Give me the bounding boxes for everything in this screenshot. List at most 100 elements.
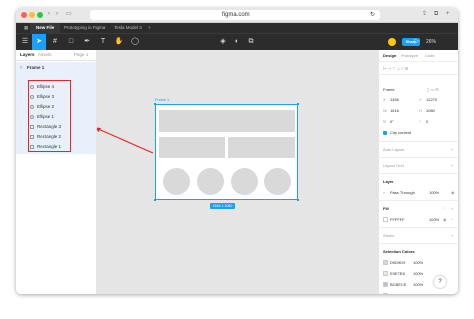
rotation-icon: ↻	[383, 119, 387, 124]
tab-prototyping[interactable]: Prototyping in Figma	[58, 23, 111, 33]
layer-opacity-field[interactable]: 100%	[429, 190, 439, 195]
resize-handle-top-right[interactable]	[296, 102, 300, 106]
layer-frame-label: Frame 1	[27, 65, 45, 70]
ellipse-2[interactable]	[197, 168, 224, 195]
minimize-window-button[interactable]	[29, 12, 35, 18]
y-field[interactable]: 12270	[426, 97, 437, 102]
resize-handle-top-left[interactable]	[153, 102, 157, 106]
remove-fill-icon[interactable]: −	[451, 217, 453, 222]
ellipse-3[interactable]	[231, 168, 258, 195]
selection-color-hex[interactable]: D9D9D9	[390, 260, 405, 265]
tab-prototype[interactable]: Prototype	[401, 53, 418, 58]
frame-tool-icon[interactable]: #	[48, 34, 62, 50]
sidebar-icon[interactable]: ▭	[66, 10, 72, 19]
tab-assets[interactable]: Assets	[38, 50, 52, 60]
fill-swatch[interactable]	[383, 217, 388, 222]
tab-code[interactable]: Code	[425, 53, 435, 58]
selection-color-swatch[interactable]	[383, 260, 388, 265]
text-tool-icon[interactable]: T	[96, 34, 110, 50]
boolean-icon[interactable]: ⧉	[244, 34, 258, 50]
forward-icon[interactable]: ›	[56, 10, 58, 19]
layers-panel-tabs: Layers Assets Page 1	[16, 50, 96, 61]
clip-content-checkbox[interactable]	[383, 131, 387, 135]
frame-name-label[interactable]: Frame 1	[155, 98, 169, 102]
hand-tool-icon[interactable]: ✋	[112, 34, 126, 50]
blend-mode-icon: ◐	[383, 190, 386, 195]
selection-colors-heading: Selection Colors	[383, 249, 415, 254]
add-stroke-icon[interactable]: +	[451, 233, 453, 238]
frame-1[interactable]	[155, 104, 298, 200]
rotation-field[interactable]: 0°	[390, 119, 394, 124]
add-fill-icon[interactable]: +	[451, 206, 453, 211]
avatar[interactable]	[388, 38, 396, 46]
component-icon[interactable]: ◈	[216, 34, 230, 50]
width-field[interactable]: 1616	[390, 108, 399, 113]
tab-design[interactable]: Design	[383, 53, 396, 58]
x-field[interactable]: 1456	[390, 97, 399, 102]
divider	[379, 157, 458, 158]
selection-color-hex[interactable]: BCBECE	[390, 282, 406, 287]
layers-panel: Layers Assets Page 1 # Frame 1 Ellipse 4…	[16, 50, 97, 294]
corner-radius-icon: ◜	[419, 119, 421, 124]
selection-color-hex[interactable]: FFFFFF	[390, 293, 405, 294]
tab-new-file[interactable]: New File	[30, 23, 61, 33]
selection-color-opacity[interactable]: 100%	[413, 260, 423, 265]
selection-color-swatch[interactable]	[383, 282, 388, 287]
align-tools[interactable]: ⊢ ⊣ ⊤ ⊥ ≡ ⊞	[383, 66, 408, 71]
auto-layout-heading: Auto Layout	[383, 147, 405, 152]
ellipse-4[interactable]	[264, 168, 291, 195]
mask-icon[interactable]: ◐	[230, 34, 244, 50]
frame-type-select[interactable]: Frame	[383, 87, 395, 92]
new-tab-icon[interactable]: +	[446, 10, 450, 19]
zoom-level[interactable]: 26%	[426, 34, 436, 50]
resize-handle-bottom-left[interactable]	[153, 198, 157, 202]
comment-tool-icon[interactable]: ◯	[128, 34, 142, 50]
rectangle-3[interactable]	[228, 137, 295, 158]
divider	[379, 74, 458, 75]
selection-color-opacity[interactable]: 100%	[413, 293, 423, 294]
selection-color-swatch[interactable]	[383, 271, 388, 276]
close-window-button[interactable]	[21, 12, 27, 18]
fill-style-icon[interactable]: ⁘	[443, 206, 446, 211]
selection-color-hex[interactable]: E9E7E8	[390, 271, 405, 276]
back-icon[interactable]: ‹	[48, 10, 50, 19]
resize-handle-bottom-right[interactable]	[296, 198, 300, 202]
divider	[379, 61, 458, 62]
layer-heading: Layer	[383, 179, 394, 184]
main-menu-icon[interactable]: ☰	[18, 34, 32, 50]
add-auto-layout-icon[interactable]: +	[451, 147, 453, 152]
page-selector[interactable]: Page 1	[74, 50, 88, 60]
pen-tool-icon[interactable]: ✒	[80, 34, 94, 50]
rectangle-2[interactable]	[159, 137, 225, 158]
present-icon[interactable]: ▷	[412, 34, 422, 50]
fill-visibility-eye-icon[interactable]: ◉	[443, 217, 447, 222]
move-tool-icon[interactable]: ➤	[32, 34, 46, 50]
share-icon[interactable]: ⇪	[422, 10, 427, 19]
properties-panel: Design Prototype Code ⊢ ⊣ ⊤ ⊥ ≡ ⊞ Frame …	[378, 50, 458, 294]
add-layout-grid-icon[interactable]: +	[451, 163, 453, 168]
orientation-icons[interactable]: ▯ ▭ ⊟	[427, 87, 439, 92]
add-tab-button[interactable]: +	[142, 23, 157, 33]
maximize-window-button[interactable]	[37, 12, 43, 18]
selection-color-swatch[interactable]	[383, 293, 388, 294]
ellipse-1[interactable]	[163, 168, 190, 195]
address-bar[interactable]: figma.com ↻	[90, 10, 380, 20]
corner-radius-field[interactable]: 0	[426, 119, 428, 124]
tab-layers[interactable]: Layers	[20, 50, 35, 60]
fill-hex-field[interactable]: FFFFFF	[390, 217, 405, 222]
selection-color-opacity[interactable]: 100%	[413, 271, 423, 276]
visibility-eye-icon[interactable]: ◉	[451, 190, 455, 195]
help-button[interactable]: ?	[434, 276, 446, 288]
shape-tool-icon[interactable]: □	[64, 34, 78, 50]
height-field[interactable]: 1080	[426, 108, 435, 113]
rectangle-1[interactable]	[159, 110, 295, 132]
canvas[interactable]: Frame 1 1616 × 1080	[97, 50, 378, 294]
fill-opacity-field[interactable]: 100%	[429, 217, 439, 222]
tabs-overview-icon[interactable]: ⧉	[434, 10, 438, 19]
layout-grid-heading: Layout Grid	[383, 163, 404, 168]
reload-icon[interactable]: ↻	[370, 10, 375, 20]
divider	[379, 141, 458, 142]
blend-mode-select[interactable]: Pass Through	[390, 190, 415, 195]
layer-frame[interactable]: # Frame 1	[16, 63, 96, 72]
selection-color-opacity[interactable]: 100%	[413, 282, 423, 287]
